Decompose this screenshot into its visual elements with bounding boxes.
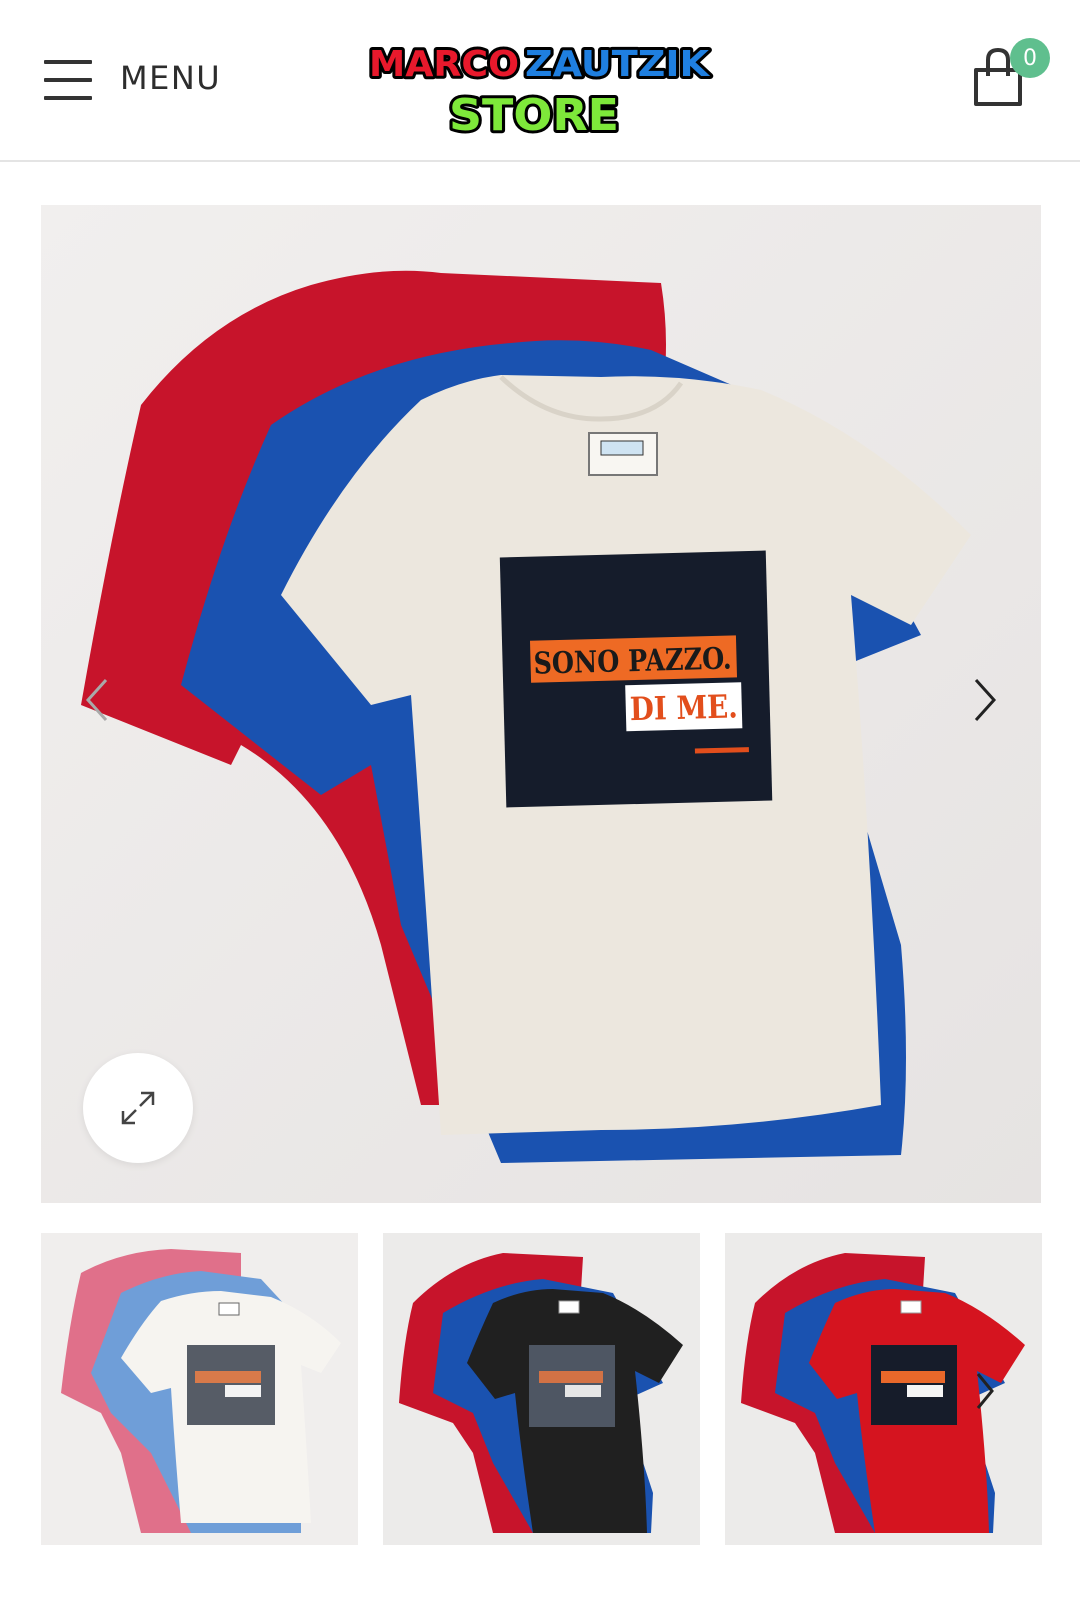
print-text-line2: DI ME. (629, 687, 738, 728)
product-main-image[interactable]: SONO PAZZO. DI ME. (41, 205, 1041, 1203)
chevron-right-icon[interactable] (966, 670, 1006, 730)
logo-text-zautzik: ZAUTZIK (525, 44, 710, 85)
store-logo[interactable]: MARCO ZAUTZIK STORE (365, 38, 715, 140)
expand-icon (121, 1091, 155, 1125)
cart-count-badge: 0 (1010, 38, 1050, 78)
menu-label: MENU (120, 59, 222, 97)
thumbnail-next-chevron-icon[interactable] (970, 1368, 1000, 1414)
zoom-button[interactable] (83, 1053, 193, 1163)
logo-text-marco: MARCO (369, 44, 519, 85)
site-header: MENU MARCO ZAUTZIK STORE 0 (0, 0, 1080, 162)
print-text-line1: SONO PAZZO. (533, 641, 732, 681)
thumbnail-black-shirt[interactable] (383, 1233, 700, 1545)
menu-button[interactable]: MENU (44, 56, 244, 100)
logo-text-store: STORE (449, 90, 619, 140)
chevron-left-icon[interactable] (76, 670, 116, 730)
thumbnail-cream-shirt[interactable] (41, 1233, 358, 1545)
hamburger-icon (44, 58, 94, 100)
